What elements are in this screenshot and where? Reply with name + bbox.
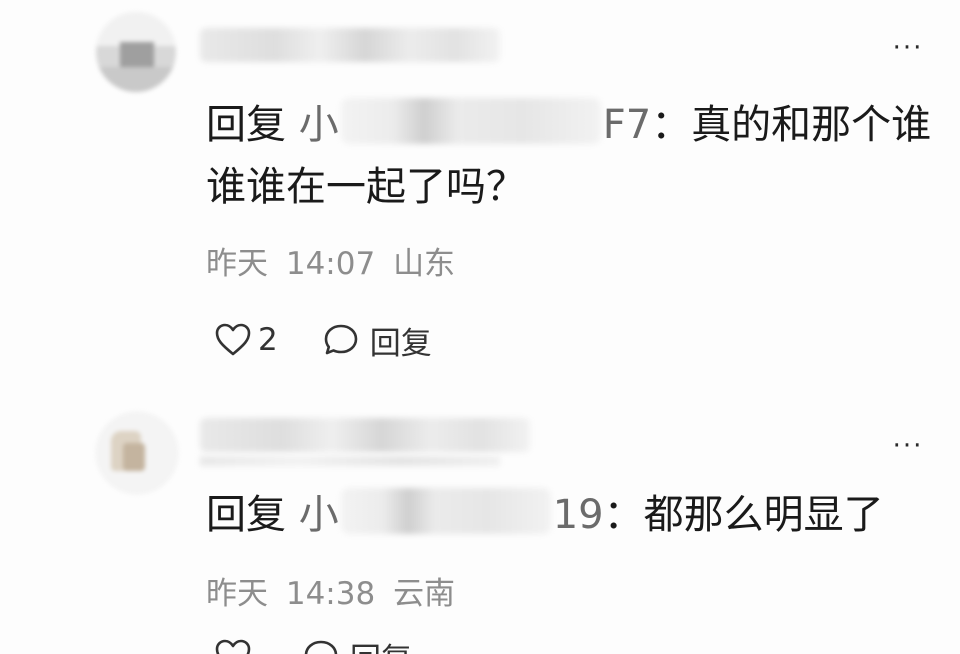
like-button[interactable] — [214, 639, 258, 654]
reply-prefix: 回复 — [206, 492, 286, 538]
comment-thread: ··· 回复 小 F7：真的和那个谁谁谁在一起了吗？ 昨天 14:07 山东 2 … — [0, 0, 960, 654]
comment-date: 昨天 — [206, 246, 268, 282]
username-redacted[interactable] — [200, 418, 530, 452]
mention-start[interactable]: 小 — [299, 492, 339, 538]
username-redacted-line — [200, 456, 500, 466]
comment-actions: 回复 — [214, 634, 412, 654]
comment-body: 回复 小 19：都那么明显了 — [206, 484, 946, 546]
comment-text: 都那么明显了 — [643, 492, 884, 538]
avatar[interactable] — [96, 12, 176, 92]
comment-meta: 昨天 14:07 山东 — [206, 244, 463, 284]
reply-label: 回复 — [369, 325, 432, 362]
like-count: 2 — [258, 322, 278, 358]
reply-button[interactable]: 回复 — [302, 634, 412, 654]
comment-date: 昨天 — [206, 576, 268, 612]
more-dots-icon[interactable]: ··· — [888, 35, 928, 61]
mention-end[interactable]: 19 — [553, 492, 604, 538]
avatar[interactable] — [96, 412, 178, 494]
comment-meta: 昨天 14:38 云南 — [206, 574, 463, 614]
comment-location: 山东 — [393, 246, 456, 282]
more-dots-icon[interactable]: ··· — [888, 433, 928, 459]
mention-redacted — [340, 488, 551, 534]
separator: ： — [603, 492, 644, 538]
reply-prefix: 回复 — [206, 102, 286, 148]
comment-location: 云南 — [393, 576, 456, 612]
speech-bubble-icon — [304, 640, 338, 654]
username-redacted[interactable] — [200, 28, 500, 62]
mention-start[interactable]: 小 — [299, 102, 339, 148]
mention-redacted — [340, 98, 601, 144]
comment-item: ··· 回复 小 F7：真的和那个谁谁谁在一起了吗？ 昨天 14:07 山东 2 … — [0, 0, 960, 390]
comment-time: 14:38 — [285, 576, 376, 612]
reply-label: 回复 — [350, 634, 412, 654]
separator: ： — [651, 102, 692, 148]
comment-item: ··· 回复 小 19：都那么明显了 昨天 14:38 云南 回复 — [0, 400, 960, 654]
comment-actions: 2 回复 — [214, 318, 432, 362]
comment-body: 回复 小 F7：真的和那个谁谁谁在一起了吗？ — [206, 94, 946, 218]
like-button[interactable]: 2 — [214, 322, 278, 358]
heart-icon — [215, 323, 251, 356]
mention-end[interactable]: F7 — [603, 102, 651, 148]
speech-bubble-icon — [324, 324, 358, 355]
reply-button[interactable]: 回复 — [322, 318, 432, 363]
heart-icon — [215, 639, 251, 654]
comment-time: 14:07 — [285, 246, 376, 282]
